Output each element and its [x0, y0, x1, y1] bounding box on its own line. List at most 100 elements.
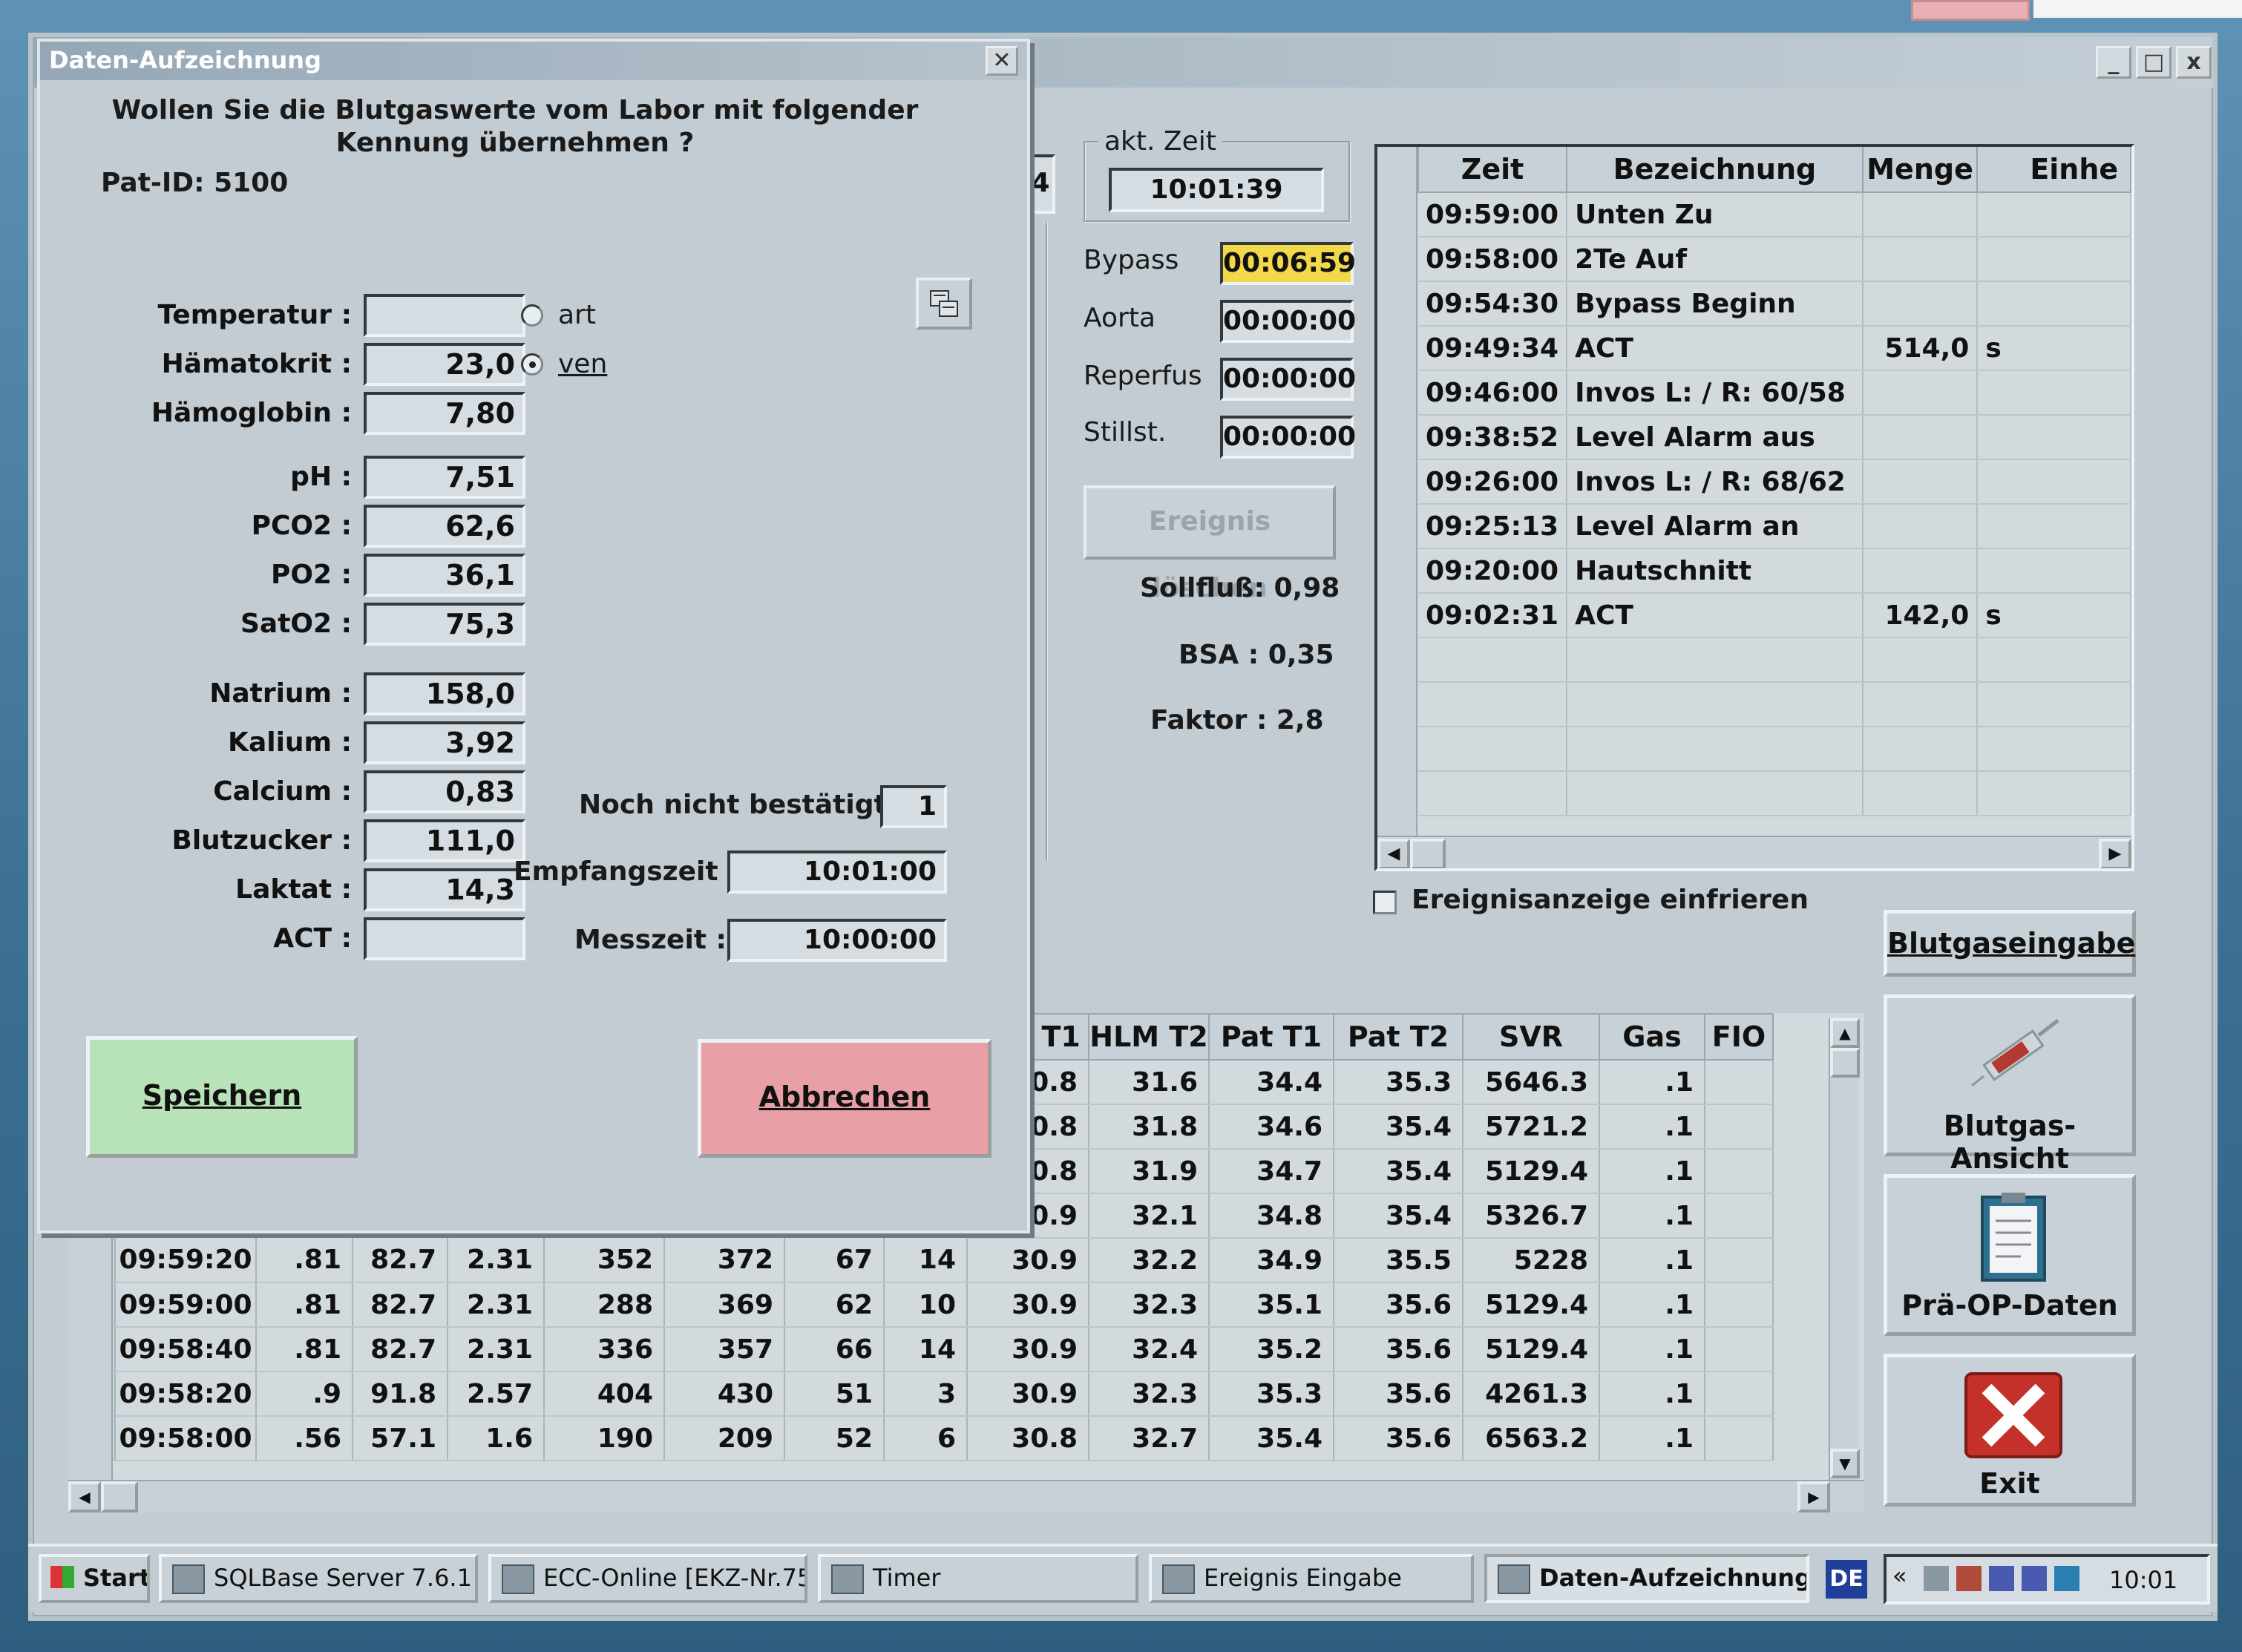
- event-cell: [1418, 637, 1568, 683]
- field-input[interactable]: 23,0: [364, 343, 525, 386]
- col-hlm-t2[interactable]: HLM T2: [1088, 1013, 1210, 1061]
- field-input[interactable]: 14,3: [364, 868, 525, 911]
- event-cell: [1862, 727, 1979, 772]
- abbrechen-button[interactable]: Abbrechen: [698, 1039, 991, 1158]
- speichern-button[interactable]: Speichern: [86, 1036, 358, 1158]
- event-hscrollbar[interactable]: ◀ ▶: [1377, 836, 2131, 868]
- reperfus-label: Reperfus: [1084, 361, 1202, 391]
- task-timer[interactable]: Timer: [818, 1554, 1138, 1603]
- grid-hscroll-thumb[interactable]: [101, 1481, 138, 1512]
- col-pat-t2[interactable]: Pat T2: [1333, 1013, 1463, 1061]
- col-gas[interactable]: Gas: [1599, 1013, 1705, 1061]
- event-row[interactable]: 09:38:52 Level Alarm aus: [1418, 415, 2131, 460]
- scroll-left-arrow-icon[interactable]: ◀: [1377, 839, 1410, 868]
- field-input[interactable]: 36,1: [364, 554, 525, 597]
- event-row[interactable]: [1418, 682, 2131, 727]
- maximize-button[interactable]: □: [2136, 46, 2171, 79]
- daten-aufzeichnung-dialog: Daten-Aufzeichnung ✕ Wollen Sie die Blut…: [37, 39, 1030, 1233]
- scroll-down-arrow-icon[interactable]: ▼: [1830, 1449, 1860, 1478]
- scroll-right-arrow-icon[interactable]: ▶: [2099, 839, 2131, 868]
- ereignis-icon: [1162, 1564, 1195, 1594]
- event-cell: Level Alarm an: [1567, 504, 1864, 549]
- field-input[interactable]: 158,0: [364, 672, 525, 715]
- event-row[interactable]: [1418, 727, 2131, 772]
- minimize-button[interactable]: _: [2096, 46, 2131, 79]
- language-indicator[interactable]: DE: [1826, 1560, 1867, 1599]
- scroll-up-arrow-icon[interactable]: ▲: [1830, 1018, 1860, 1048]
- close-main-button[interactable]: x: [2176, 46, 2212, 79]
- field-input[interactable]: 3,92: [364, 721, 525, 764]
- field-input[interactable]: [364, 294, 525, 337]
- event-row[interactable]: 09:20:00 Hautschnitt: [1418, 548, 2131, 594]
- grid-hscrollbar[interactable]: ◀ ▶: [68, 1480, 1864, 1512]
- task-ecc-online[interactable]: ECC-Online [EKZ-Nr.75 ]: [488, 1554, 807, 1603]
- event-row[interactable]: 09:59:00 Unten Zu: [1418, 192, 2131, 237]
- col-pat-t1[interactable]: Pat T1: [1208, 1013, 1334, 1061]
- dialog-close-icon[interactable]: ✕: [986, 46, 1018, 76]
- exit-button[interactable]: Exit: [1884, 1354, 2136, 1507]
- field-input[interactable]: 0,83: [364, 770, 525, 813]
- field-input[interactable]: 7,51: [364, 456, 525, 499]
- task-ereignis-eingabe[interactable]: Ereignis Eingabe: [1149, 1554, 1474, 1603]
- grid-scroll-right-icon[interactable]: ▶: [1797, 1481, 1830, 1512]
- start-button[interactable]: Start: [39, 1554, 150, 1603]
- network-error-icon-2[interactable]: [2022, 1566, 2047, 1591]
- tray-app-icon[interactable]: [1924, 1566, 1949, 1591]
- copy-button[interactable]: [916, 278, 972, 330]
- event-col-einheit[interactable]: Einhe: [1976, 147, 2131, 193]
- table-cell: .1: [1599, 1060, 1705, 1105]
- field-label: SatO2 :: [240, 609, 352, 639]
- event-row[interactable]: 09:26:00 Invos L: / R: 68/62: [1418, 459, 2131, 505]
- blutgas-ansicht-button[interactable]: Blutgas-Ansicht: [1884, 994, 2136, 1175]
- radio-art[interactable]: [521, 304, 543, 327]
- prae-op-daten-button[interactable]: Prä-OP-Daten: [1884, 1174, 2136, 1336]
- field-value: 158,0: [425, 678, 515, 710]
- col-fio[interactable]: FIO: [1704, 1013, 1774, 1061]
- table-row[interactable]: 09:59:20.81 82.7 2.31 352 372 67 14 30.9 32.2 34.…: [69, 1238, 1774, 1283]
- table-cell: 2.31: [448, 1282, 545, 1328]
- table-row[interactable]: 09:58:00.56 57.1 1.6 190 209 52 6 30.8 32.7 35.4 3…: [69, 1416, 1774, 1461]
- field-value: 3,92: [445, 727, 515, 759]
- field-input[interactable]: 7,80: [364, 392, 525, 435]
- monitor-icon[interactable]: [2054, 1566, 2079, 1591]
- event-cell: [1862, 459, 1979, 505]
- radio-ven[interactable]: [521, 353, 543, 376]
- field-input[interactable]: [364, 917, 525, 960]
- event-col-bezeichnung[interactable]: Bezeichnung: [1566, 147, 1864, 193]
- tray-expand-icon[interactable]: «: [1892, 1561, 1907, 1590]
- grid-scroll-left-icon[interactable]: ◀: [68, 1481, 101, 1512]
- table-row[interactable]: 09:58:20.9 91.8 2.57 404 430 51 3 30.9 32.3 35.3 3…: [69, 1371, 1774, 1417]
- tray-app-icon-2[interactable]: [1956, 1566, 1982, 1591]
- event-row[interactable]: [1418, 771, 2131, 816]
- event-row[interactable]: 09:25:13 Level Alarm an: [1418, 504, 2131, 549]
- event-row[interactable]: 09:58:00 2Te Auf: [1418, 237, 2131, 282]
- grid-vscrollbar[interactable]: ▲ ▼: [1829, 1018, 1860, 1480]
- event-row[interactable]: [1418, 637, 2131, 683]
- event-row[interactable]: 09:49:34 ACT 514,0 s: [1418, 326, 2131, 371]
- field-label: Temperatur :: [157, 300, 352, 330]
- event-row[interactable]: 09:54:30 Bypass Beginn: [1418, 281, 2131, 327]
- prae-op-label: Prä-OP-Daten: [1901, 1289, 2118, 1322]
- ereignis-loeschen-button[interactable]: Ereignis löschen: [1084, 485, 1336, 603]
- event-col-menge[interactable]: Menge: [1861, 147, 1979, 193]
- grid-vscroll-thumb[interactable]: [1830, 1048, 1860, 1078]
- field-input[interactable]: 62,6: [364, 505, 525, 548]
- network-error-icon[interactable]: [1989, 1566, 2014, 1591]
- field-input[interactable]: 75,3: [364, 603, 525, 646]
- event-row[interactable]: 09:02:31 ACT 142,0 s: [1418, 593, 2131, 638]
- freeze-checkbox[interactable]: [1373, 891, 1397, 914]
- task-sqlbase[interactable]: SQLBase Server 7.6.1 S...: [159, 1554, 478, 1603]
- blutgaseingabe-button[interactable]: Blutgaseingabe: [1884, 910, 2136, 977]
- table-cell: 2.31: [448, 1238, 545, 1283]
- event-cell: [1567, 637, 1864, 683]
- event-col-zeit[interactable]: Zeit: [1417, 147, 1568, 193]
- event-row[interactable]: 09:46:00 Invos L: / R: 60/58: [1418, 370, 2131, 416]
- table-row[interactable]: 09:58:40.81 82.7 2.31 336 357 66 14 30.9 32.4 35.…: [69, 1327, 1774, 1372]
- table-row[interactable]: 09:59:00.81 82.7 2.31 288 369 62 10 30.9 32.3 35.…: [69, 1282, 1774, 1328]
- event-scroll-thumb[interactable]: [1410, 839, 1446, 868]
- task-daten-aufzeichnung[interactable]: Daten-Aufzeichnung: [1484, 1554, 1809, 1603]
- table-cell: [1705, 1371, 1774, 1417]
- field-input[interactable]: 111,0: [364, 819, 525, 862]
- faktor-text: Faktor : 2,8: [1150, 705, 1324, 735]
- col-svr[interactable]: SVR: [1462, 1013, 1600, 1061]
